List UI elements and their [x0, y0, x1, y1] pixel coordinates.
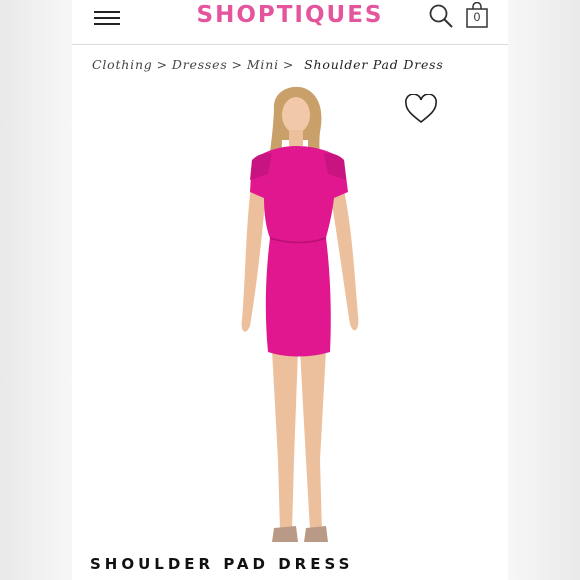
breadcrumb-current: Shoulder Pad Dress: [304, 57, 444, 72]
breadcrumb-mini[interactable]: Mini: [247, 57, 279, 72]
breadcrumb-separator: >: [231, 57, 243, 72]
product-page: SHOPTIQUES 0 Clothing > Dresses > Mini > Shoul…: [72, 0, 508, 580]
search-icon[interactable]: [428, 3, 454, 29]
cart-count: 0: [473, 10, 481, 24]
breadcrumb-separator: >: [282, 57, 295, 72]
top-navigation-bar: SHOPTIQUES 0: [72, 0, 508, 45]
heart-outline-icon[interactable]: [404, 94, 438, 124]
product-photo[interactable]: [222, 80, 372, 555]
background-left: [0, 0, 72, 580]
brand-name: SHOPTIQUES: [196, 2, 384, 28]
breadcrumb-dresses[interactable]: Dresses: [172, 57, 228, 72]
breadcrumb: Clothing > Dresses > Mini > Shoulder Pad Dress: [92, 57, 444, 72]
background-right: [508, 0, 580, 580]
shopping-bag-button[interactable]: 0: [466, 2, 488, 28]
product-title: SHOULDER PAD DRESS: [90, 555, 354, 573]
breadcrumb-separator: >: [156, 57, 168, 72]
breadcrumb-clothing[interactable]: Clothing: [92, 57, 153, 72]
